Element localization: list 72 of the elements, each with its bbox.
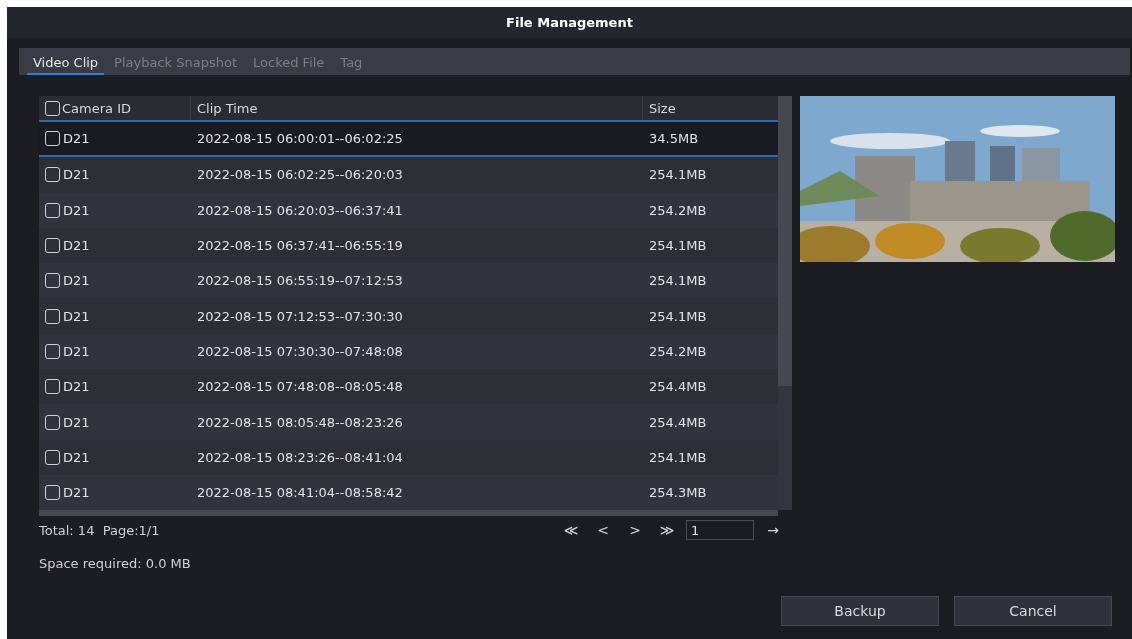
table-cell: 2022-08-15 08:23:26--08:41:04: [197, 449, 403, 465]
total-label: Total: 14 Page:1/1: [39, 522, 160, 538]
checkbox[interactable]: [45, 202, 60, 218]
previous-page-button[interactable]: <: [590, 522, 616, 539]
checkbox[interactable]: [45, 485, 60, 501]
next-page-button[interactable]: >: [622, 522, 648, 539]
table-row[interactable]: D21 2022-08-15 06:02:25--06:20:03 254.1MB: [39, 157, 778, 193]
page-input[interactable]: 1: [686, 520, 754, 541]
table-row[interactable]: D21 2022-08-15 07:30:30--07:48:08 254.2MB: [39, 333, 778, 370]
checkbox[interactable]: [45, 449, 60, 465]
table-cell: 2022-08-15 06:02:25--06:20:03: [197, 167, 403, 183]
table-cell: D21: [63, 273, 90, 289]
table-row[interactable]: D21 2022-08-15 06:37:41--06:55:19 254.1MB: [39, 227, 778, 264]
table-cell: D21: [63, 308, 90, 324]
table-cell: 254.1MB: [649, 238, 707, 254]
table-cell: 254.4MB: [649, 414, 707, 430]
table-cell: D21: [63, 202, 90, 218]
table-row[interactable]: D21 2022-08-15 08:41:04--08:58:42 254.3MB: [39, 474, 778, 511]
table-cell: D21: [63, 449, 90, 465]
table-cell: 254.2MB: [649, 202, 707, 218]
table-cell: 2022-08-15 08:41:04--08:58:42: [197, 485, 403, 501]
table-cell: D21: [63, 167, 90, 183]
table-cell: 2022-08-15 06:20:03--06:37:41: [197, 202, 403, 218]
table-cell: 254.4MB: [649, 379, 707, 395]
table-row[interactable]: D21 2022-08-15 07:48:08--08:05:48 254.4MB: [39, 369, 778, 405]
checkbox[interactable]: [45, 414, 60, 430]
table-cell: 2022-08-15 06:37:41--06:55:19: [197, 238, 403, 254]
table-cell: 254.2MB: [649, 343, 707, 359]
table-cell: 254.1MB: [649, 449, 707, 465]
scrollbar[interactable]: [778, 96, 792, 511]
table-cell: D21: [63, 414, 90, 430]
table-cell: D21: [63, 343, 90, 359]
checkbox[interactable]: [45, 238, 60, 254]
table-cell: 2022-08-15 07:12:53--07:30:30: [197, 308, 403, 324]
column-header: Clip Time: [197, 100, 258, 116]
checkbox[interactable]: [45, 343, 60, 359]
scrollbar[interactable]: [39, 510, 778, 517]
tab[interactable]: Video Clip: [27, 48, 105, 75]
table-row[interactable]: D21 2022-08-15 08:05:48--08:23:26 254.4MB: [39, 404, 778, 440]
table-cell: D21: [63, 131, 90, 147]
table-cell: 2022-08-15 06:00:01--06:02:25: [197, 131, 403, 147]
table-cell: 254.1MB: [649, 308, 707, 324]
checkbox[interactable]: [45, 379, 60, 395]
table-cell: 34.5MB: [649, 131, 699, 147]
checkbox[interactable]: [45, 131, 60, 147]
column-header: Camera ID: [62, 100, 131, 116]
table-cell: D21: [63, 485, 90, 501]
table-row[interactable]: D21 2022-08-15 06:55:19--07:12:53 254.1MB: [39, 263, 778, 299]
table-cell: 254.3MB: [649, 485, 707, 501]
backup-button[interactable]: Backup: [781, 596, 939, 626]
checkbox[interactable]: [45, 167, 60, 183]
checkbox[interactable]: [45, 308, 60, 324]
checkbox[interactable]: [45, 273, 60, 289]
go-button[interactable]: →: [760, 522, 786, 539]
table-cell: D21: [63, 238, 90, 254]
column-header: Size: [649, 100, 676, 116]
table-row[interactable]: D21 2022-08-15 07:12:53--07:30:30 254.1MB: [39, 298, 778, 334]
table-cell: 2022-08-15 06:55:19--07:12:53: [197, 273, 403, 289]
table-cell: D21: [63, 379, 90, 395]
last-page-button[interactable]: ≫: [654, 522, 680, 539]
table-cell: 254.1MB: [649, 273, 707, 289]
table-row[interactable]: D21 2022-08-15 06:20:03--06:37:41 254.2MB: [39, 192, 778, 228]
window-title: File Management: [7, 7, 1132, 38]
table-cell: 2022-08-15 08:05:48--08:23:26: [197, 414, 403, 430]
cancel-button[interactable]: Cancel: [954, 596, 1112, 626]
table-cell: 2022-08-15 07:48:08--08:05:48: [197, 379, 403, 395]
first-page-button[interactable]: ≪: [558, 522, 584, 539]
checkbox[interactable]: [45, 100, 60, 116]
table-cell: 254.1MB: [649, 167, 707, 183]
table-cell: 2022-08-15 07:30:30--07:48:08: [197, 343, 403, 359]
space-required-label: Space required: 0.0 MB: [39, 556, 192, 572]
table-row[interactable]: D21 2022-08-15 08:23:26--08:41:04 254.1MB: [39, 439, 778, 475]
